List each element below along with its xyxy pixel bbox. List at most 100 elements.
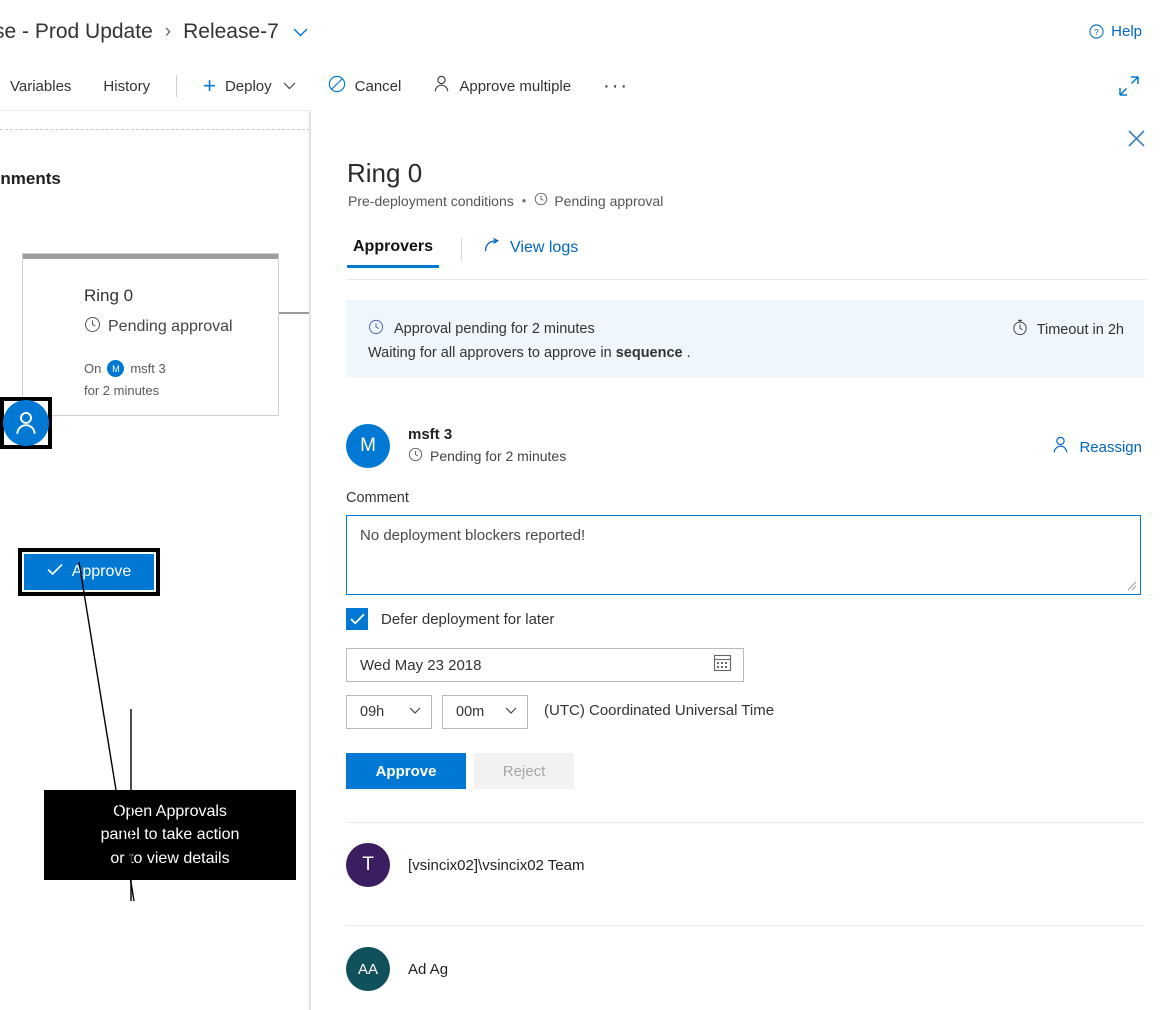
banner-waiting-suffix: . [683,345,691,361]
toolbar-divider [176,75,177,97]
approval-pending-banner: Approval pending for 2 minutes Waiting f… [346,300,1144,378]
avatar: M [107,360,124,377]
defer-date-input[interactable]: Wed May 23 2018 [346,648,744,682]
tab-view-logs-label: View logs [510,239,578,257]
breadcrumb-parent[interactable]: se - Prod Update [0,20,153,44]
banner-waiting-prefix: Waiting for all approvers to approve in [368,345,616,361]
defer-hour-select[interactable]: 09h [346,695,432,729]
tabs-underline [347,279,1147,280]
tab-approvers-label: Approvers [353,238,433,255]
current-approver-name: msft 3 [408,426,566,443]
toolbar-history-button[interactable]: History [87,62,166,110]
avatar: M [346,424,390,468]
panel-subtitle-separator: • [520,193,529,208]
defer-date-value: Wed May 23 2018 [347,657,713,674]
toolbar-approve-multiple-label: Approve multiple [459,78,571,95]
chevron-down-icon[interactable] [293,24,308,40]
current-approver-status: Pending for 2 minutes [408,447,566,465]
external-link-icon [484,238,501,258]
toolbar-deploy-button[interactable]: + Deploy [187,62,312,110]
tab-approvers[interactable]: Approvers [347,238,439,268]
stage-card-status-label: Pending approval [108,318,233,336]
close-icon[interactable] [1123,125,1149,151]
comment-input[interactable] [346,515,1141,595]
stage-connector-line [279,312,310,314]
banner-pending-row: Approval pending for 2 minutes [368,319,595,339]
clock-icon [368,319,384,339]
banner-timeout-text: Timeout in 2h [1037,322,1124,338]
annotation-line-2: panel to take action [101,823,240,846]
panel-subtitle-status: Pending approval [554,193,663,209]
approver-name: Ad Ag [408,961,448,978]
expand-icon[interactable] [1118,75,1140,97]
annotation-line-3: or to view details [110,847,229,870]
annotation-callout: Open Approvals panel to take action or t… [44,790,296,880]
person-icon [433,75,450,97]
svg-text:?: ? [1094,27,1099,37]
current-approver-row: M msft 3 Pending for 2 minutes [346,424,1144,468]
stage-card-assignee: On M msft 3 [84,360,166,377]
defer-deployment-label: Defer deployment for later [381,611,554,628]
reject-button: Reject [474,753,574,789]
panel-title: Ring 0 [347,158,422,189]
annotation-line-1: Open Approvals [113,800,227,823]
tab-view-logs[interactable]: View logs [484,238,578,270]
defer-timezone-label: (UTC) Coordinated Universal Time [544,702,774,719]
toolbar-variables-button[interactable]: Variables [0,62,87,110]
current-approver-status-label: Pending for 2 minutes [430,448,566,464]
defer-hour-value: 09h [360,704,384,720]
current-approver-block: M msft 3 Pending for 2 minutes Reassign [346,424,1144,468]
approver-list-item[interactable]: AA Ad Ag [346,947,448,991]
panel-tabs: Approvers View logs [347,238,1147,280]
pre-approval-badge-icon[interactable] [3,400,49,446]
tab-divider [461,238,462,261]
approver-list-item[interactable]: T [vsincix02]\vsincix02 Team [346,843,584,887]
toolbar-cancel-button[interactable]: Cancel [312,62,418,110]
calendar-icon[interactable] [713,653,732,677]
breadcrumb-current[interactable]: Release-7 [183,20,279,44]
stage-card-on-prefix: On [84,361,101,376]
stage-card-on-user: msft 3 [130,361,165,376]
chevron-down-icon [505,706,517,718]
canvas-approve-label: Approve [72,563,132,581]
chevron-down-icon [283,79,296,93]
help-button[interactable]: ? Help [1089,23,1142,40]
defer-minute-value: 00m [456,704,484,720]
breadcrumb-bar: se - Prod Update › Release-7 ? Help [0,0,1160,62]
toolbar-more-button[interactable]: ··· [587,62,645,110]
help-label: Help [1111,23,1142,40]
avatar: AA [346,947,390,991]
toolbar-history-label: History [103,78,150,95]
check-icon [47,563,63,581]
toolbar-variables-label: Variables [10,78,71,95]
reassign-button[interactable]: Reassign [1052,436,1142,458]
breadcrumb: se - Prod Update › Release-7 [0,20,308,44]
stage-card-status: Pending approval [84,316,233,338]
person-icon [1052,436,1069,458]
banner-waiting-row: Waiting for all approvers to approve in … [368,345,691,361]
clock-icon [408,447,423,465]
toolbar-approve-multiple-button[interactable]: Approve multiple [417,62,587,110]
defer-deployment-checkbox-row[interactable]: Defer deployment for later [346,608,554,630]
stage-card-ring-0[interactable]: Ring 0 Pending approval On M msft 3 for … [22,253,279,416]
comment-label: Comment [346,490,409,506]
environments-heading: onments [0,169,61,189]
canvas-approve-button[interactable]: Approve [24,554,154,590]
chevron-down-icon [409,706,421,718]
canvas-dashed-divider [0,129,310,130]
pipeline-canvas: onments Ring 0 Pending approval On M msf… [0,111,310,1010]
panel-subtitle: Pre-deployment conditions • Pending appr… [348,192,663,209]
banner-timeout: Timeout in 2h [1012,319,1124,340]
toolbar-cancel-label: Cancel [355,78,402,95]
defer-minute-select[interactable]: 00m [442,695,528,729]
defer-deployment-checkbox[interactable] [346,608,368,630]
approver-divider-1 [346,822,1144,823]
timer-icon [1012,319,1028,340]
approve-button[interactable]: Approve [346,753,466,789]
ellipsis-icon: ··· [603,81,629,91]
stage-card-duration: for 2 minutes [84,383,159,398]
banner-pending-text: Approval pending for 2 minutes [394,321,595,337]
avatar: T [346,843,390,887]
banner-waiting-bold: sequence [616,345,683,361]
stage-card-status-stripe [23,254,278,259]
